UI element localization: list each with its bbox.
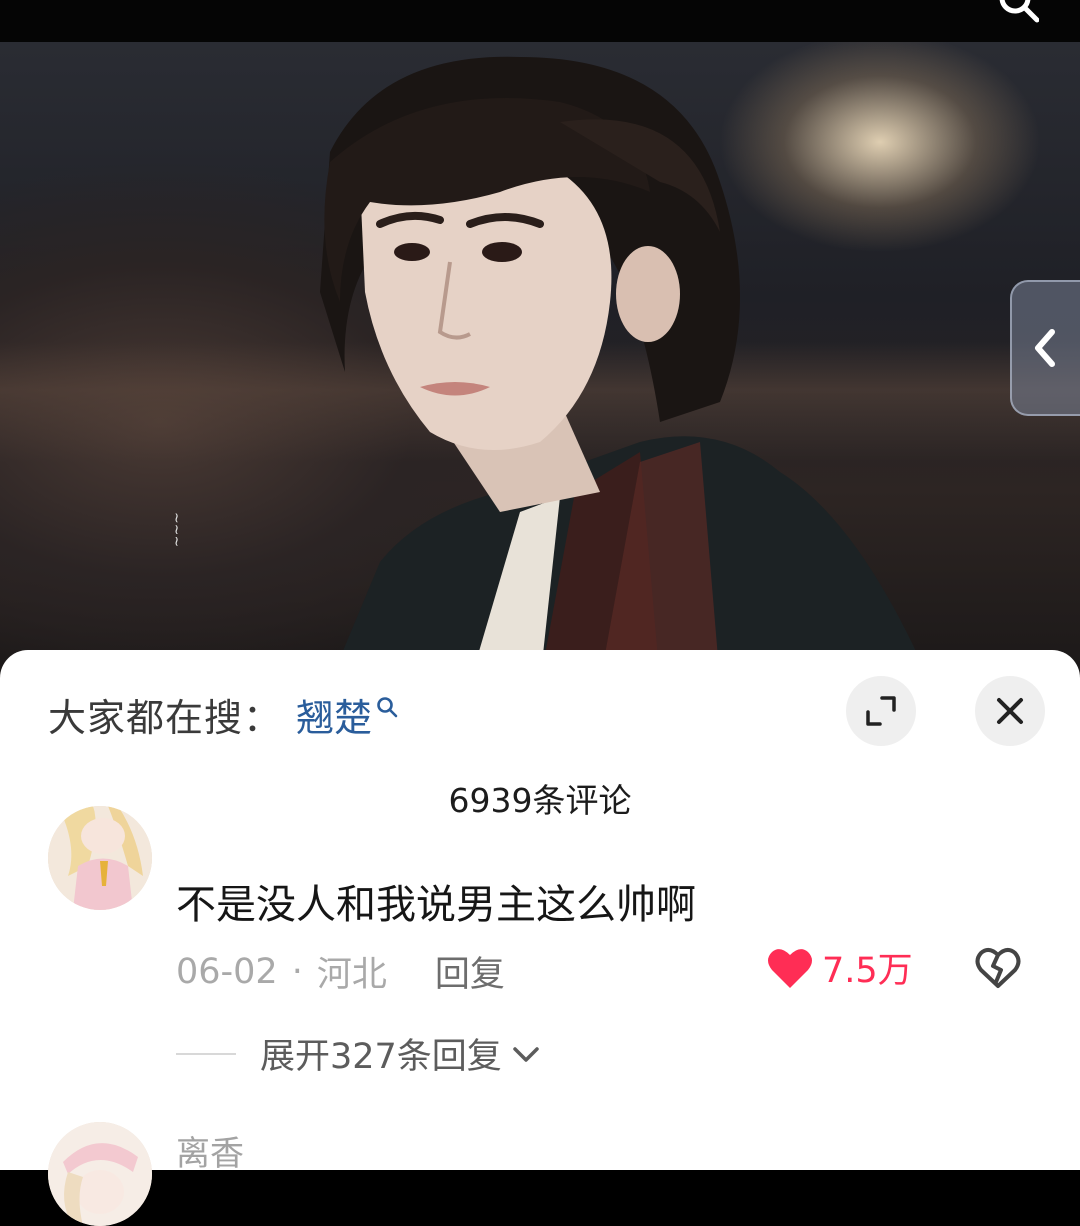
close-button[interactable] — [975, 676, 1045, 746]
side-panel-toggle[interactable] — [1010, 280, 1080, 416]
comment-text: 不是没人和我说男主这么帅啊 — [176, 882, 696, 928]
expand-replies[interactable]: 展开327条回复 — [176, 1028, 542, 1079]
search-icon[interactable] — [995, 0, 1039, 26]
heart-icon — [768, 948, 812, 988]
reply-button[interactable]: 回复 — [435, 946, 505, 997]
expand-replies-divider — [176, 1052, 236, 1055]
trending-search-term[interactable]: 翘楚 — [296, 687, 372, 742]
trending-search: 大家都在搜： 翘楚 — [48, 686, 398, 742]
comment-meta: 06-02 · 河北 回复 — [176, 946, 505, 997]
avatar-image — [48, 806, 152, 910]
avatar[interactable] — [48, 806, 152, 910]
chevron-left-icon — [1035, 329, 1055, 367]
comment-location: 河北 — [316, 955, 387, 995]
chevron-down-icon — [513, 1046, 539, 1062]
search-mini-icon[interactable] — [376, 696, 398, 718]
expand-icon — [866, 696, 896, 726]
comment-date: 06-02 — [176, 951, 278, 992]
meta-separator: · — [291, 951, 303, 992]
avatar-image — [48, 1122, 152, 1226]
svg-text:~~~: ~~~ — [168, 512, 184, 547]
expand-replies-label: 展开327条回复 — [260, 1037, 502, 1077]
comment-sheet: 大家都在搜： 翘楚 6939条评论 不是没人和我说男主这么帅啊 06-02 · … — [0, 650, 1080, 1226]
avatar[interactable] — [48, 1122, 152, 1226]
video-frame-figure: ~~~ — [168, 56, 930, 682]
video-player[interactable]: ~~~ — [0, 42, 1080, 682]
broken-heart-icon[interactable] — [974, 946, 1022, 990]
expand-button[interactable] — [846, 676, 916, 746]
like-count: 7.5万 — [822, 951, 913, 991]
like-button[interactable]: 7.5万 — [766, 942, 913, 993]
trending-search-prefix: 大家都在搜： — [48, 695, 283, 740]
comment-username[interactable]: 离香 — [176, 1126, 244, 1175]
comment-count: 6939条评论 — [448, 781, 632, 820]
close-icon — [997, 698, 1023, 724]
top-bar — [0, 0, 1080, 42]
